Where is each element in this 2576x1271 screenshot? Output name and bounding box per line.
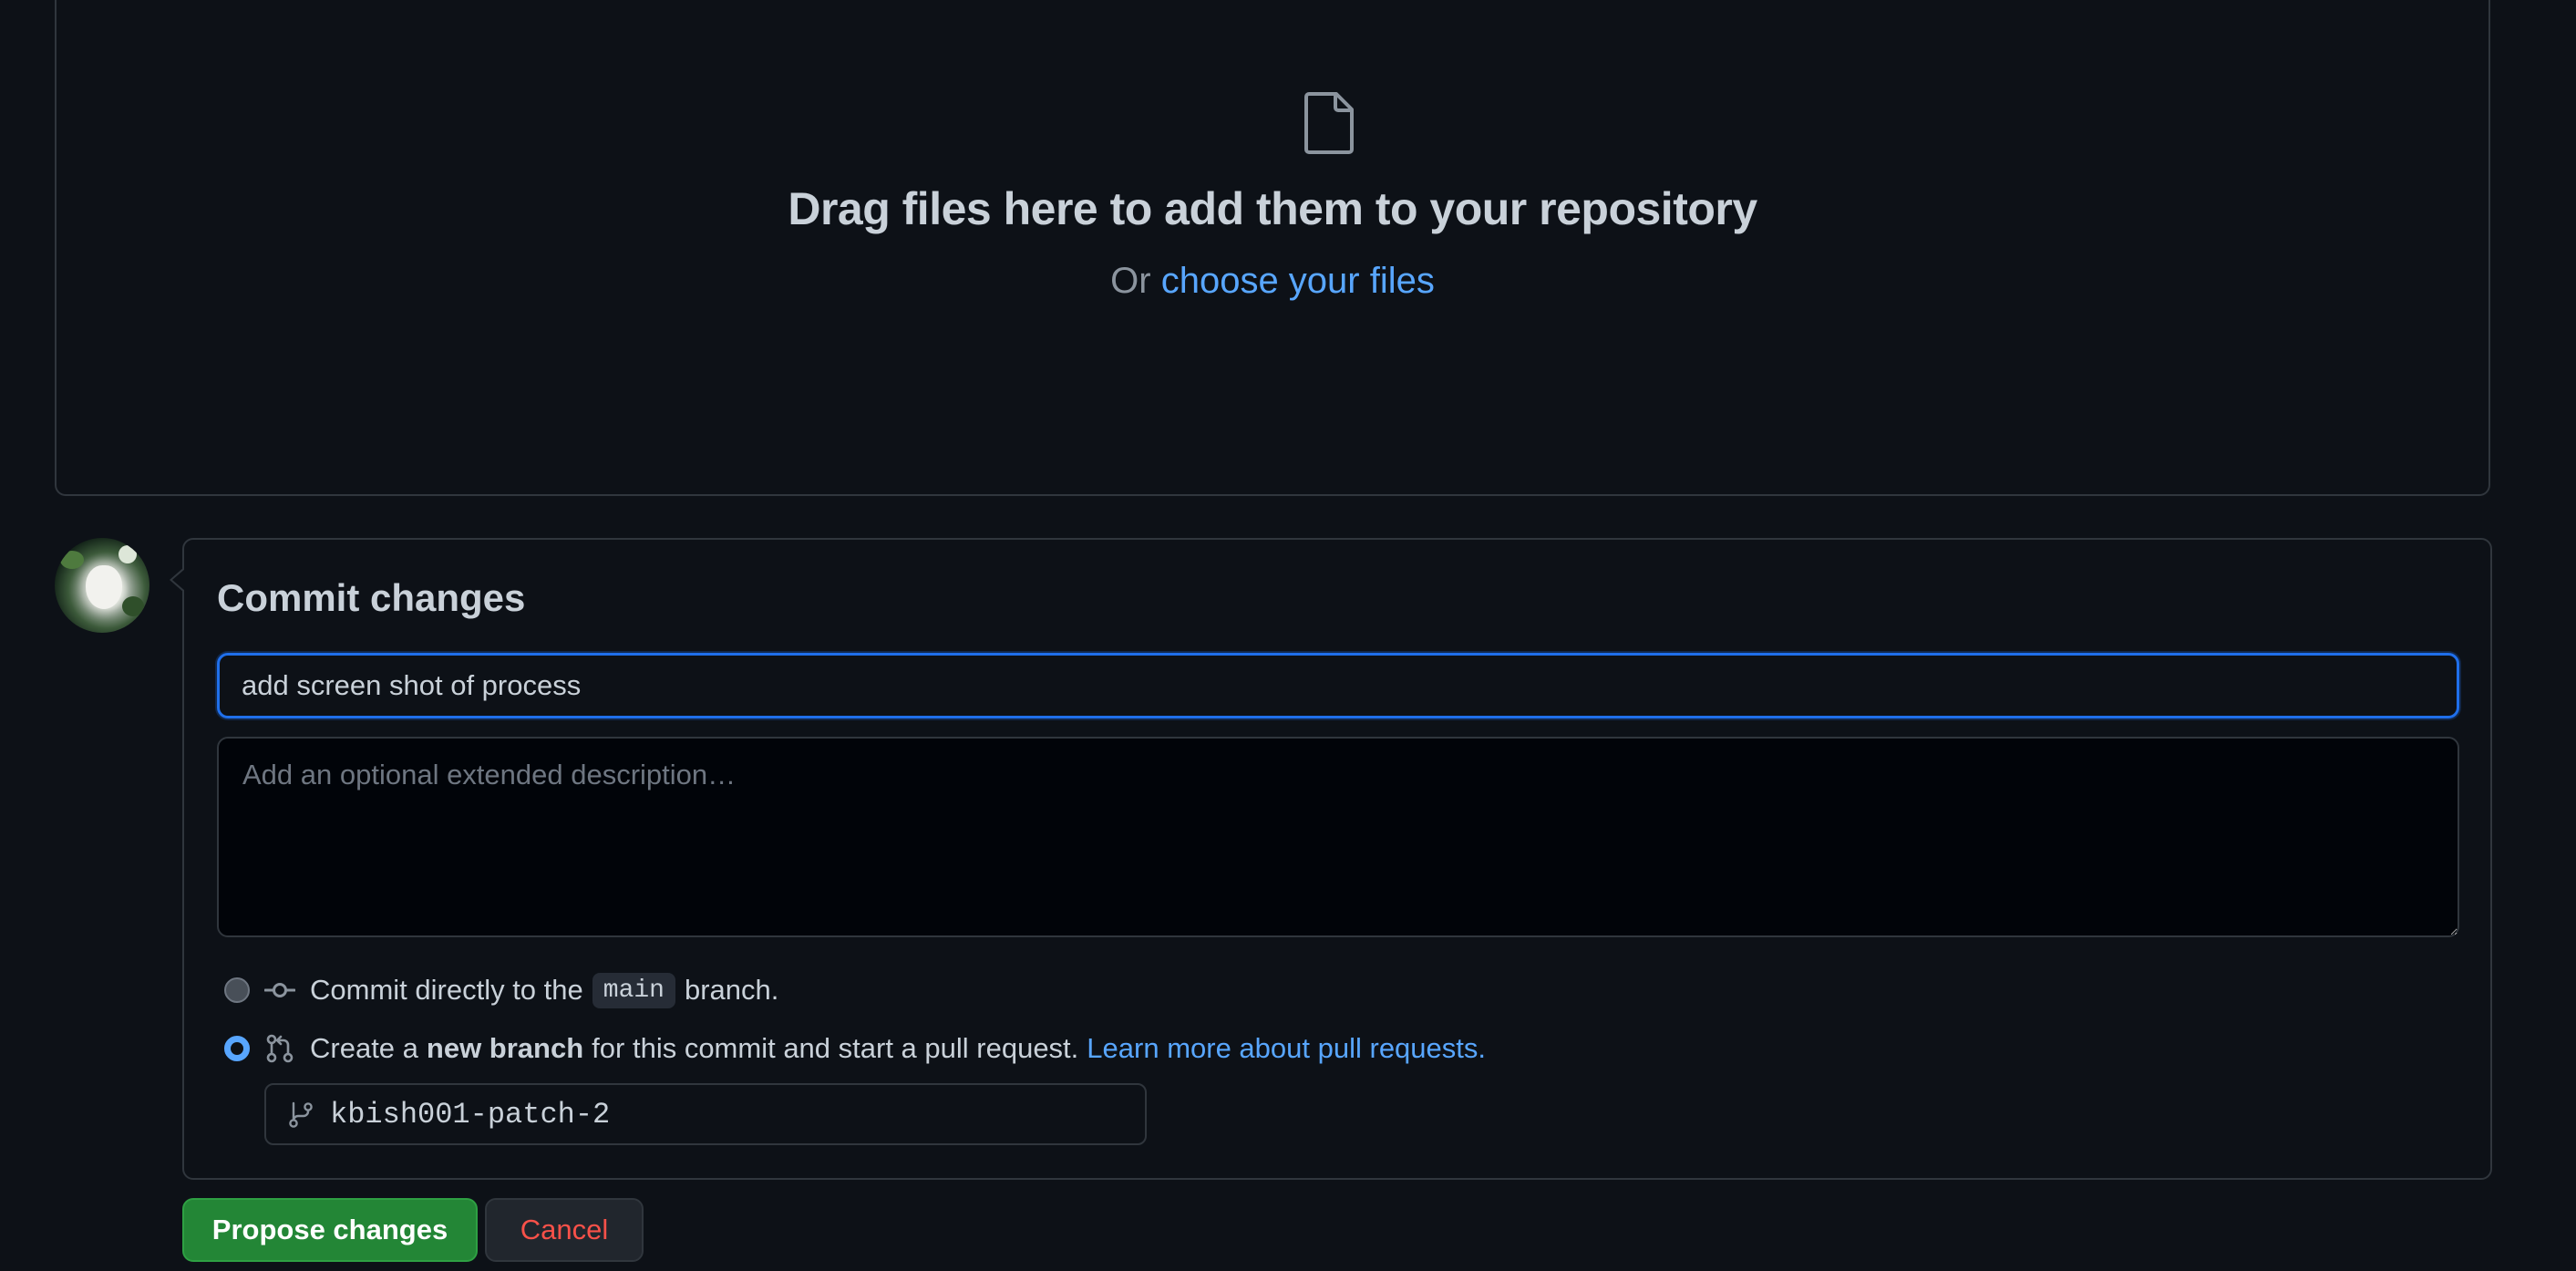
avatar-leaf <box>122 596 144 616</box>
commit-heading: Commit changes <box>217 576 526 619</box>
upload-page: Drag files here to add them to your repo… <box>0 0 2576 1271</box>
new-branch-text-before: Create a <box>310 1032 418 1064</box>
commit-changes-panel: Commit changes Commit directly to the ma… <box>170 538 2492 1180</box>
learn-more-pull-requests-link[interactable]: Learn more about pull requests. <box>1087 1032 1486 1065</box>
commit-direct-text-after: branch. <box>684 974 779 1006</box>
panel-caret-inner <box>172 569 185 591</box>
propose-changes-button[interactable]: Propose changes <box>182 1198 478 1262</box>
avatar-cat <box>86 565 122 609</box>
new-branch-bold: new branch <box>426 1032 584 1064</box>
commit-summary-input[interactable] <box>217 653 2459 718</box>
file-drop-zone[interactable]: Drag files here to add them to your repo… <box>55 0 2490 496</box>
avatar <box>55 538 149 633</box>
drop-zone-title: Drag files here to add them to your repo… <box>788 183 1757 234</box>
file-icon <box>1304 92 1354 154</box>
new-branch-text-after: for this commit and start a pull request… <box>592 1032 1079 1064</box>
drop-zone-subtitle: Or choose your files <box>57 261 2488 302</box>
avatar-leaf <box>60 551 84 569</box>
choose-files-link[interactable]: choose your files <box>1161 261 1435 301</box>
git-branch-icon <box>289 1101 313 1128</box>
new-branch-radio[interactable] <box>224 1036 250 1061</box>
git-pull-request-icon <box>266 1034 294 1063</box>
new-branch-option[interactable]: Create a new branch for this commit and … <box>224 1028 1486 1069</box>
branch-name-field[interactable]: kbish001-patch-2 <box>264 1083 1147 1145</box>
commit-direct-text: Commit directly to the <box>310 974 583 1006</box>
commit-direct-radio[interactable] <box>224 977 250 1003</box>
commit-description-textarea[interactable] <box>217 737 2459 937</box>
commit-direct-option[interactable]: Commit directly to the main branch. <box>224 970 778 1010</box>
git-commit-icon <box>264 983 295 997</box>
base-branch-code: main <box>592 972 675 1008</box>
branch-name-value[interactable]: kbish001-patch-2 <box>330 1098 610 1132</box>
drop-zone-or-label: Or <box>1110 261 1151 301</box>
avatar-flower <box>118 545 137 563</box>
cancel-button[interactable]: Cancel <box>485 1198 644 1262</box>
